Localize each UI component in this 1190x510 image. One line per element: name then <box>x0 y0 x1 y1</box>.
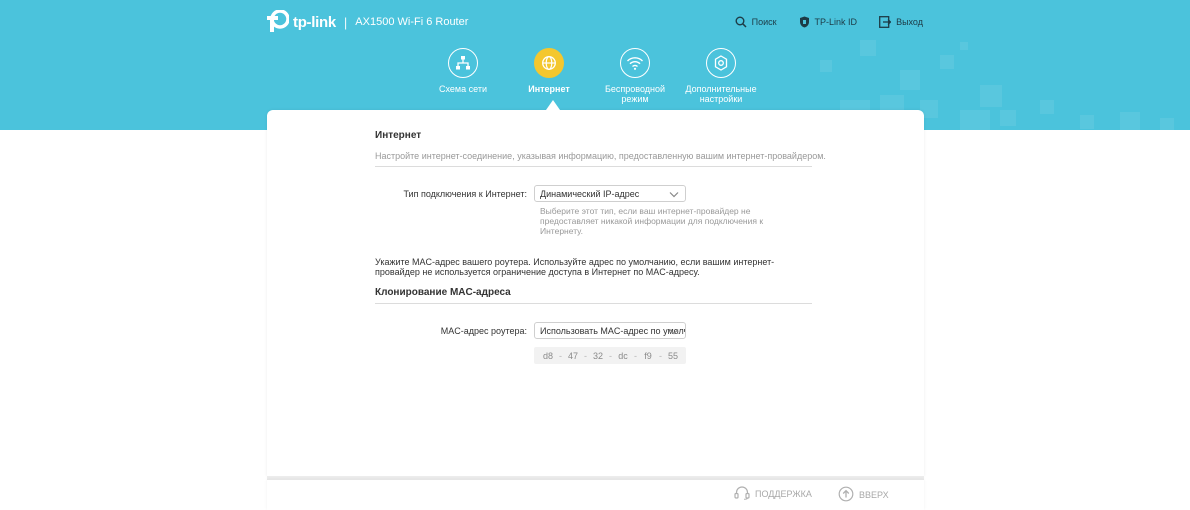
internet-description: Настройте интернет-соединение, указывая … <box>375 151 826 161</box>
chevron-down-icon <box>669 327 679 337</box>
mac-clone-section-title: Клонирование MAC-адреса <box>375 287 511 298</box>
active-tab-caret <box>546 100 560 110</box>
tab-advanced[interactable]: Дополнительные настройки <box>678 48 764 104</box>
back-to-top-link[interactable]: ВВЕРХ <box>838 486 889 504</box>
logout-label: Выход <box>896 17 923 27</box>
logout-icon <box>879 16 892 28</box>
brand-name: tp-link <box>293 13 336 31</box>
content-card <box>267 110 924 476</box>
mac-octet: 55 <box>667 350 678 361</box>
tab-internet-label: Интернет <box>528 84 570 94</box>
network-map-icon <box>448 48 478 78</box>
router-model: AX1500 Wi-Fi 6 Router <box>355 16 469 28</box>
mac-separator: - <box>609 350 612 361</box>
tab-wireless-label: Беспроводной режим <box>604 84 666 104</box>
page-footer <box>267 479 924 510</box>
connection-type-label: Тип подключения к Интернет: <box>403 189 527 199</box>
search-link-label: Поиск <box>751 17 777 27</box>
support-label: ПОДДЕРЖКА <box>755 489 812 499</box>
mac-octet: dc <box>618 350 628 361</box>
tab-network-map-label: Схема сети <box>439 84 487 94</box>
connection-type-value: Динамический IP-адрес <box>540 189 640 199</box>
tplink-id-icon <box>799 16 810 28</box>
mac-address-field: d8 - 47 - 32 - dc - f9 - 55 <box>534 347 686 364</box>
tab-wireless[interactable]: Беспроводной режим <box>592 48 678 104</box>
tab-internet[interactable]: Интернет <box>506 48 592 104</box>
headset-icon <box>734 486 750 502</box>
router-mac-select-value: Использовать MAC-адрес по умолчанию <box>540 326 685 336</box>
mac-separator: - <box>559 350 562 361</box>
tab-network-map[interactable]: Схема сети <box>420 48 506 104</box>
internet-section-title: Интернет <box>375 130 422 141</box>
gear-icon <box>706 48 736 78</box>
mac-clone-divider <box>375 303 812 304</box>
mac-clone-intro: Укажите MAC-адрес вашего роутера. Исполь… <box>375 257 775 277</box>
search-link[interactable]: Поиск <box>735 16 777 28</box>
brand-logo: tp-link | AX1500 Wi-Fi 6 Router <box>267 10 468 34</box>
globe-icon <box>534 48 564 78</box>
tplink-id-label: TP-Link ID <box>814 17 858 27</box>
router-mac-label: MAC-адрес роутера: <box>440 326 527 336</box>
arrow-up-circle-icon <box>838 486 854 504</box>
mac-separator: - <box>659 350 662 361</box>
connection-type-help: Выберите этот тип, если ваш интернет-про… <box>540 206 764 236</box>
top-links: Поиск TP-Link ID Выход <box>735 16 923 28</box>
search-icon <box>735 16 747 28</box>
brand-separator: | <box>343 14 348 30</box>
mac-octet: f9 <box>644 350 652 361</box>
tplink-id-link[interactable]: TP-Link ID <box>799 16 858 28</box>
main-nav: Схема сети Интернет Беспроводной режим Д… <box>420 48 764 104</box>
connection-type-select[interactable]: Динамический IP-адрес <box>534 185 686 202</box>
mac-separator: - <box>634 350 637 361</box>
internet-divider <box>375 166 812 167</box>
logout-link[interactable]: Выход <box>879 16 923 28</box>
tplink-logo-icon <box>267 10 289 34</box>
support-link[interactable]: ПОДДЕРЖКА <box>734 486 812 502</box>
mac-separator: - <box>584 350 587 361</box>
back-to-top-label: ВВЕРХ <box>859 490 889 500</box>
mac-octet: 47 <box>567 350 578 361</box>
mac-octet: d8 <box>542 350 553 361</box>
mac-octet: 32 <box>592 350 603 361</box>
router-mac-select[interactable]: Использовать MAC-адрес по умолчанию <box>534 322 686 339</box>
wifi-icon <box>620 48 650 78</box>
chevron-down-icon <box>669 190 679 200</box>
tab-advanced-label: Дополнительные настройки <box>685 84 757 104</box>
